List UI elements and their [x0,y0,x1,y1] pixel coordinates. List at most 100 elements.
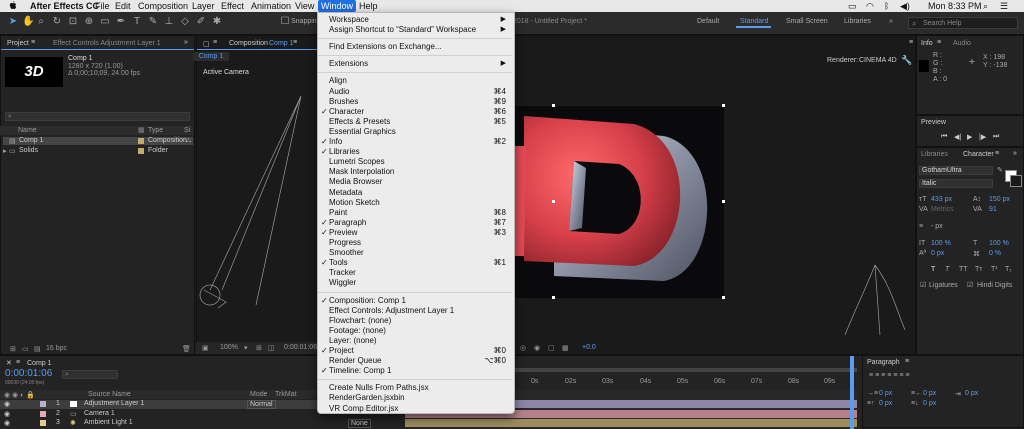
renderer-value[interactable]: CINEMA 4D [859,57,897,64]
panel-overflow-icon[interactable]: » [1013,150,1017,157]
font-family-select[interactable]: GothamUltra [919,166,993,175]
chevron-down-icon[interactable]: ▾ [244,344,248,352]
menu-edit[interactable]: Edit [115,1,131,11]
bpc-label[interactable]: 16 bpc [46,345,67,352]
lock-icon[interactable]: ▢ [203,40,210,48]
menu-item-tools[interactable]: ✓ Tools ⌘1 [318,258,512,268]
timeline-timecode[interactable]: 0:00:01:06 [5,368,52,379]
menu-item-mask-interpolation[interactable]: Mask Interpolation [318,167,512,177]
alignment-buttons-icon[interactable]: ≡≡≡≡≡≡≡ [869,372,912,379]
panel-menu-icon[interactable]: ≡ [16,359,20,366]
tab-menu-icon[interactable]: ≡ [293,39,297,46]
volume-icon[interactable]: ◀) [900,1,910,12]
zoom-dropdown[interactable]: 100% [220,344,238,351]
previous-frame-icon[interactable]: ◀| [954,133,961,141]
menu-item-layer-none[interactable]: Layer: (none) [318,336,512,346]
menu-item-essential-graphics[interactable]: Essential Graphics [318,127,512,137]
col-trkmat[interactable]: TrkMat [275,391,297,398]
menu-composition[interactable]: Composition [138,1,188,11]
clone-stamp-tool-icon[interactable]: ⊥ [164,17,174,27]
project-search-input[interactable]: ⌕ [5,112,190,121]
panel-overflow-icon[interactable]: » [184,39,188,46]
panel-menu-icon[interactable]: ≡ [905,358,909,365]
small-caps-icon[interactable]: Tт [975,266,982,273]
close-tab-icon[interactable]: ✕ [6,359,12,367]
search-help-input[interactable]: ⌕ Search Help [908,17,1018,29]
menu-item-extensions[interactable]: Extensions ▶ [318,59,512,69]
region-of-interest-icon[interactable]: ▢ [548,344,555,352]
comp-canvas[interactable] [514,106,724,298]
menu-item-progress[interactable]: Progress [318,238,512,248]
menu-layer[interactable]: Layer [192,1,215,11]
disclosure-triangle-icon[interactable]: ▸ [3,147,7,155]
baseline-shift-value[interactable]: 0 px [931,250,944,257]
indent-right-value[interactable]: 0 px [923,390,936,397]
menu-item-render-queue[interactable]: Render Queue ⌥⌘0 [318,356,512,366]
menu-file[interactable]: File [95,1,110,11]
col-name[interactable]: Name [18,127,37,134]
indent-left-value[interactable]: 0 px [879,390,892,397]
menu-item-assign-shortcut-to-standard-workspace[interactable]: Assign Shortcut to “Standard” Workspace ▶ [318,25,512,35]
menu-item-effects-presets[interactable]: Effects & Presets ⌘5 [318,117,512,127]
menu-item-project[interactable]: ✓ Project ⌘0 [318,346,512,356]
horizontal-scale-value[interactable]: 100 % [989,240,1009,247]
label-swatch[interactable] [40,420,46,426]
app-menu[interactable]: After Effects CC [30,1,99,11]
flowchart-icon[interactable]: ⛬ [186,137,191,145]
menu-item-align[interactable]: Align [318,76,512,86]
menu-item-lumetri-scopes[interactable]: Lumetri Scopes [318,157,512,167]
camera-tool-icon[interactable]: ⊡ [68,17,78,27]
space-after-value[interactable]: 0 px [923,400,936,407]
menu-effect[interactable]: Effect [221,1,244,11]
play-icon[interactable]: ▶ [967,133,972,141]
font-style-select[interactable]: Italic [919,179,993,188]
project-item[interactable]: ▤ Comp 1 Composition ⛬ [3,137,193,145]
hindi-digits-checkbox[interactable]: ☑ [967,281,973,289]
menu-item-effect-controls-adjustment-layer-1[interactable]: Effect Controls: Adjustment Layer 1 [318,306,512,316]
rotate-tool-icon[interactable]: ↻ [52,17,62,27]
menu-item-smoother[interactable]: Smoother [318,248,512,258]
visibility-icon[interactable]: ◉ [4,410,10,418]
new-comp-icon[interactable]: ▤ [34,345,41,353]
eyedropper-icon[interactable]: ✎ [997,166,1003,174]
menu-item-find-extensions-on-exchange[interactable]: Find Extensions on Exchange... [318,42,512,52]
eraser-tool-icon[interactable]: ◇ [180,17,190,27]
menu-item-workspace[interactable]: Workspace ▶ [318,15,512,25]
menu-item-wiggler[interactable]: Wiggler [318,278,512,288]
rectangle-tool-icon[interactable]: ▭ [100,17,110,27]
selection-tool-icon[interactable]: ➤ [8,17,18,27]
brush-tool-icon[interactable]: ✎ [148,17,158,27]
bounding-box-handle[interactable] [722,200,725,203]
renderer-settings-icon[interactable]: 🔧 [901,55,912,66]
trash-icon[interactable]: 🗑 [182,345,191,353]
tab-libraries[interactable]: Libraries [921,151,948,158]
menu-item-libraries[interactable]: ✓ Libraries [318,147,512,157]
tsume-value[interactable]: 0 % [989,250,1001,257]
first-line-indent-value[interactable]: 0 px [965,390,978,397]
ligatures-checkbox[interactable]: ☑ [920,281,926,289]
col-type[interactable]: Type [148,127,163,134]
timeline-layer-row[interactable]: ◉ 3 ✺ Ambient Light 1 None [0,419,405,428]
leading-value[interactable]: 150 px [989,196,1010,203]
space-before-value[interactable]: 0 px [879,400,892,407]
menu-item-metadata[interactable]: Metadata [318,188,512,198]
tab-paragraph[interactable]: Paragraph [867,359,900,366]
menu-item-paint[interactable]: Paint ⌘8 [318,208,512,218]
tab-project[interactable]: Project [7,40,29,47]
menu-item-media-browser[interactable]: Media Browser [318,177,512,187]
layer-mode-select[interactable]: Normal [247,400,276,409]
type-tool-icon[interactable]: T [132,17,142,27]
snapshot-icon[interactable]: ◎ [520,344,526,352]
pan-behind-tool-icon[interactable]: ⊕ [84,17,94,27]
stroke-width-value[interactable]: - px [931,223,943,230]
faux-bold-icon[interactable]: T [931,266,935,273]
new-folder-icon[interactable]: ▭ [22,345,29,353]
zoom-tool-icon[interactable]: ⌕ [36,17,46,27]
tab-composition-name[interactable]: Comp 1 [269,40,294,47]
label-swatch[interactable] [40,401,46,407]
menu-item-footage-none[interactable]: Footage: (none) [318,326,512,336]
workspace-standard[interactable]: Standard [740,18,768,25]
always-preview-icon[interactable]: ▣ [202,344,209,352]
current-time-indicator[interactable] [850,356,854,429]
menu-item-timeline-comp-1[interactable]: ✓ Timeline: Comp 1 [318,366,512,376]
